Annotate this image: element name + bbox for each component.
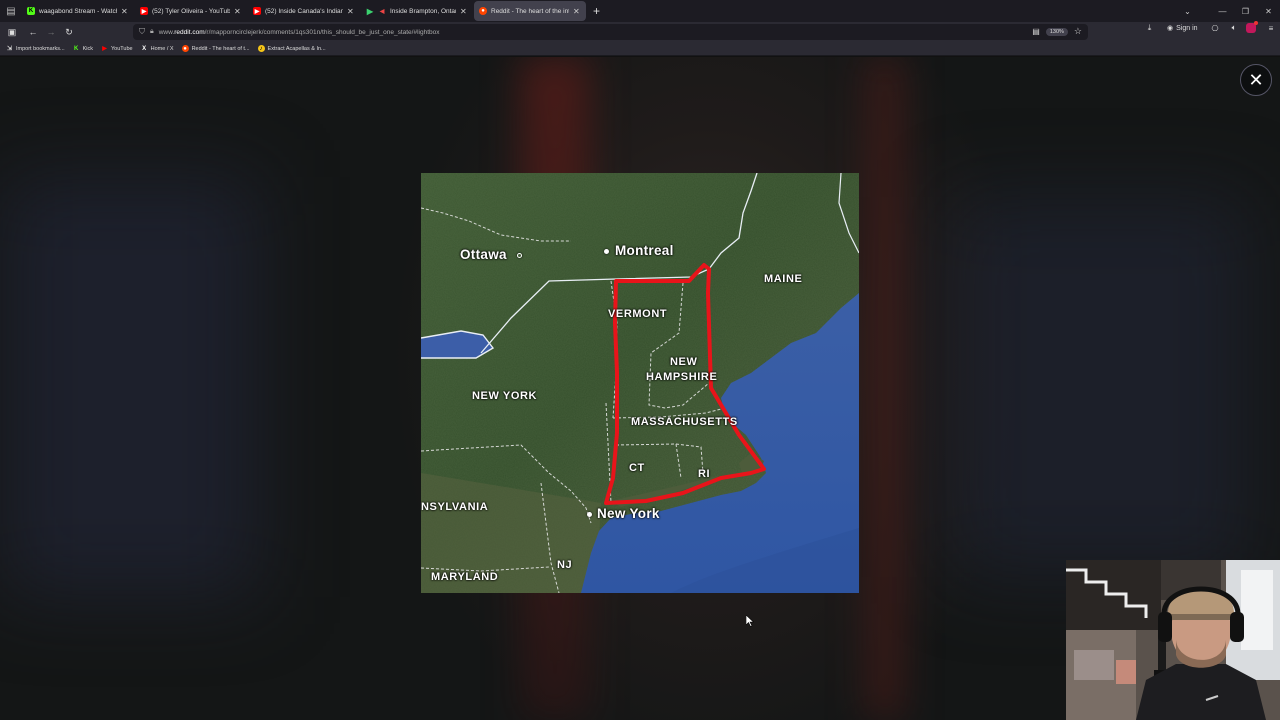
tab-reddit[interactable]: ● Reddit - The heart of the intern ✕ <box>474 1 586 21</box>
backdrop-blur <box>865 57 905 720</box>
tab-close-icon[interactable]: ✕ <box>347 7 355 16</box>
tab-close-icon[interactable]: ✕ <box>460 7 468 16</box>
label-vermont: VERMONT <box>608 308 668 320</box>
label-new-york-city: New York <box>597 506 660 521</box>
tab-inside-brampton[interactable]: ▶ ◀ Inside Brampton, Ontari ✕ <box>361 1 473 21</box>
sign-in-button[interactable]: ◉ Sign in <box>1167 24 1198 33</box>
tab-title: (52) Tyler Oliveira - YouTube <box>152 7 230 15</box>
extension-badge-icon[interactable] <box>1245 21 1258 33</box>
tab-close-icon[interactable]: ✕ <box>573 7 581 16</box>
bookmark-label: Reddit - The heart of t... <box>191 45 250 52</box>
tab-close-icon[interactable]: ✕ <box>121 7 129 16</box>
lalal-icon: ♪ <box>257 45 265 52</box>
tab-kick-stream[interactable]: K waagabond Stream - Watch Liv ✕ <box>22 1 134 21</box>
lock-icon[interactable]: 🔒︎ <box>150 28 154 36</box>
youtube-icon: ▶ <box>102 46 107 52</box>
tab-youtube-tyler[interactable]: ▶ (52) Tyler Oliveira - YouTube ✕ <box>135 1 247 21</box>
label-new-hampshire-line1: NEW <box>670 356 698 368</box>
audio-icon[interactable]: 🔈︎ <box>1227 23 1242 33</box>
kick-icon: K <box>73 45 79 52</box>
reload-icon[interactable]: ↻ <box>60 23 78 41</box>
label-new-york-state: NEW YORK <box>472 390 538 402</box>
bookmark-star-icon[interactable]: ☆ <box>1074 26 1082 37</box>
bookmark-import[interactable]: ⇲ Import bookmarks... <box>6 45 65 53</box>
label-rhode-island: RI <box>698 468 711 480</box>
forward-arrow-icon[interactable]: → <box>42 23 60 41</box>
youtube-favicon-icon: ▶ <box>140 7 148 15</box>
sidebar-toggle-icon[interactable]: ▣ <box>3 23 21 41</box>
tab-list-icon[interactable]: ▤ <box>0 0 22 22</box>
bookmark-label: Extract Acapellas & In... <box>267 45 326 52</box>
tab-title: Reddit - The heart of the intern <box>491 7 569 15</box>
bookmark-label: Home / X <box>150 45 174 52</box>
bookmark-label: Import bookmarks... <box>16 45 65 52</box>
reddit-icon: ● <box>181 45 189 52</box>
tab-youtube-canada[interactable]: ▶ (52) Inside Canada's Indian Inv ✕ <box>248 1 360 21</box>
reddit-favicon-icon: ● <box>479 7 487 15</box>
bookmark-kick[interactable]: K Kick <box>73 45 93 52</box>
kick-favicon-icon: K <box>27 7 35 15</box>
mouse-cursor-icon <box>746 615 754 627</box>
tab-title: (52) Inside Canada's Indian Inv <box>265 7 343 15</box>
url-path: /r/mapporncirclejerk/comments/1qs301n/th… <box>204 28 440 36</box>
import-icon: ⇲ <box>6 46 13 52</box>
youtube-favicon-icon: ▶ <box>253 7 261 15</box>
tab-title: Inside Brampton, Ontari <box>390 7 456 15</box>
chevron-down-icon[interactable]: ⌄ <box>1176 7 1199 16</box>
label-connecticut: CT <box>629 462 645 474</box>
menu-hamburger-icon[interactable]: ≡ <box>1264 24 1279 33</box>
label-new-jersey: NJ <box>557 559 573 571</box>
close-window-icon[interactable]: ✕ <box>1257 7 1280 16</box>
new-york-city-dot <box>587 512 592 517</box>
label-maine: MAINE <box>764 273 803 285</box>
download-icon[interactable]: ⤓ <box>1142 23 1157 33</box>
restore-icon[interactable]: ❐ <box>1234 7 1257 16</box>
new-tab-plus-icon[interactable]: + <box>593 4 600 18</box>
url-bar[interactable]: ⛉ 🔒︎ www. reddit.com/r/mapporncirclejerk/… <box>133 24 1088 40</box>
tab-title: waagabond Stream - Watch Liv <box>39 7 117 15</box>
streamer-webcam-image <box>1066 560 1280 720</box>
webcam-overlay <box>1066 560 1280 720</box>
close-icon: ✕ <box>1248 69 1264 90</box>
label-maryland: MARYLAND <box>431 571 499 583</box>
ottawa-dot <box>517 253 522 258</box>
map-graphic <box>421 173 859 593</box>
bookmarks-toolbar: ⇲ Import bookmarks... K Kick ▶ YouTube X… <box>0 42 1280 56</box>
bookmark-lalal[interactable]: ♪ Extract Acapellas & In... <box>257 45 326 52</box>
tab-bar: ▤ K waagabond Stream - Watch Liv ✕ ▶ (52… <box>0 0 1280 22</box>
bookmark-youtube[interactable]: ▶ YouTube <box>101 45 133 53</box>
back-arrow-icon[interactable]: ← <box>24 23 42 41</box>
account-icon: ◉ <box>1167 25 1174 32</box>
lightbox-image[interactable]: Ottawa Montreal MAINE VERMONT NEW HAMPSH… <box>421 173 859 593</box>
bookmark-label: Kick <box>82 45 93 52</box>
extensions-icon[interactable]: ⎔ <box>1208 24 1223 33</box>
bookmark-x[interactable]: X Home / X <box>141 45 174 52</box>
label-massachusetts: MASSACHUSETTS <box>631 416 738 428</box>
minimize-icon[interactable]: — <box>1211 7 1234 16</box>
shield-icon[interactable]: ⛉ <box>139 27 145 37</box>
zoom-level-badge[interactable]: 130% <box>1045 27 1068 36</box>
backdrop-blur <box>950 197 1250 577</box>
label-pennsylvania: NSYLVANIA <box>421 501 489 513</box>
navigation-toolbar: ▣ ← → ↻ ⛉ 🔒︎ www. reddit.com/r/mapporncir… <box>0 21 1280 42</box>
window-controls: ⌄ — ❐ ✕ <box>1176 0 1280 22</box>
x-icon: X <box>142 45 147 52</box>
backdrop-blur <box>0 177 260 597</box>
bookmark-reddit[interactable]: ● Reddit - The heart of t... <box>181 45 250 52</box>
reader-view-icon[interactable]: ▤ <box>1032 27 1040 36</box>
close-lightbox-button[interactable]: ✕ <box>1240 64 1272 96</box>
label-montreal: Montreal <box>615 243 674 258</box>
montreal-dot <box>604 249 609 254</box>
url-prefix: www. <box>158 28 175 36</box>
sign-in-label: Sign in <box>1176 24 1198 32</box>
play-favicon-icon: ▶ <box>366 6 374 16</box>
url-host: reddit.com <box>174 28 205 36</box>
label-new-hampshire-line2: HAMPSHIRE <box>646 371 718 383</box>
label-ottawa: Ottawa <box>460 247 507 262</box>
mute-indicator-icon[interactable]: ◀ <box>378 7 386 15</box>
tab-close-icon[interactable]: ✕ <box>234 7 242 16</box>
bookmark-label: YouTube <box>111 45 133 52</box>
